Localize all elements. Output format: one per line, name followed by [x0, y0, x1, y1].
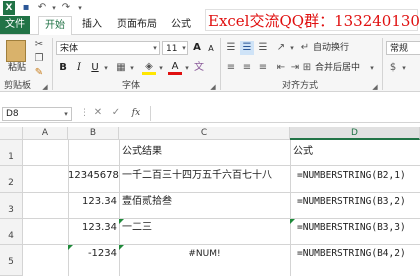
divider [52, 38, 53, 90]
accounting-format-icon[interactable]: $ [386, 61, 400, 75]
customize-toolbar-icon[interactable]: ▾ [76, 1, 84, 15]
undo-dropdown-icon[interactable]: ▾ [50, 1, 58, 15]
cell-d4[interactable]: =NUMBERSTRING(B3,3) [297, 222, 406, 234]
tab-file[interactable]: 文件 [0, 16, 30, 34]
fill-color-dropdown-icon[interactable]: ▾ [157, 61, 165, 75]
group-font-label: 字体 [122, 81, 141, 91]
row-header-1[interactable]: 1 [0, 140, 23, 166]
italic-button[interactable]: I [72, 61, 86, 75]
decrease-indent-icon[interactable]: ⇤ [274, 61, 288, 75]
cell-b4[interactable]: 123.34 [68, 222, 117, 234]
cancel-icon[interactable]: ✕ [92, 106, 104, 120]
row-header-2[interactable]: 2 [0, 166, 23, 193]
formula-bar-grip-icon: ⋮ [80, 108, 89, 118]
number-format-select[interactable]: 常规 [386, 41, 420, 55]
excel-logo-icon: X [3, 1, 15, 15]
gridline [290, 140, 291, 276]
borders-icon[interactable]: ▦ [114, 61, 128, 75]
accounting-dropdown-icon[interactable]: ▾ [400, 61, 408, 75]
tab-insert[interactable]: 插入 [78, 16, 106, 34]
cell-c2[interactable]: 一千二百三十四万五千六百七十八 [122, 170, 272, 182]
cell-d5[interactable]: =NUMBERSTRING(B4,2) [297, 248, 406, 260]
row-header-4[interactable]: 4 [0, 219, 23, 245]
enter-icon[interactable]: ✓ [110, 106, 122, 120]
borders-dropdown-icon[interactable]: ▾ [128, 61, 136, 75]
align-center-icon[interactable]: ≡ [240, 61, 254, 75]
gridline [23, 192, 420, 193]
increase-font-icon[interactable]: A [190, 41, 204, 55]
cell-b3[interactable]: 123.34 [68, 196, 117, 208]
merge-center-button[interactable]: 合并后居中 [315, 62, 360, 74]
insert-function-icon[interactable]: fx [128, 106, 144, 120]
font-name-dropdown-icon[interactable]: ▾ [150, 41, 160, 55]
align-right-icon[interactable]: ≡ [256, 61, 270, 75]
column-header-b[interactable]: B [68, 127, 119, 140]
divider [220, 38, 221, 90]
underline-dropdown-icon[interactable]: ▾ [102, 61, 110, 75]
fill-color-icon[interactable]: ◈ [142, 61, 156, 75]
merge-dropdown-icon[interactable]: ▾ [368, 61, 376, 75]
cell-b2[interactable]: 12345678 [68, 170, 119, 182]
copy-icon[interactable]: ❐ [32, 52, 46, 66]
cut-icon[interactable]: ✂ [32, 38, 46, 52]
wrap-text-button[interactable]: 自动换行 [313, 42, 349, 54]
cell-d2[interactable]: =NUMBERSTRING(B2,1) [297, 170, 406, 182]
cell-c4[interactable]: 一二三 [122, 222, 152, 234]
error-indicator-icon [290, 219, 295, 224]
divider [382, 38, 383, 90]
column-header-d[interactable]: D [290, 127, 420, 140]
phonetic-icon[interactable]: 文 [192, 61, 206, 75]
orientation-icon[interactable]: ↗ [274, 41, 288, 55]
align-middle-icon[interactable]: ☰ [240, 41, 254, 55]
gridline [23, 244, 420, 245]
tab-page-layout[interactable]: 页面布局 [112, 16, 162, 34]
column-header-c[interactable]: C [119, 127, 290, 140]
wrap-text-icon[interactable]: ↵ [298, 41, 312, 55]
cell-b5[interactable]: -1234 [68, 248, 117, 260]
font-color-icon[interactable]: A [168, 61, 182, 75]
redo-icon[interactable]: ↷ [60, 1, 72, 15]
row-header-5[interactable]: 5 [0, 245, 23, 276]
merge-center-icon[interactable]: ⊞ [300, 61, 314, 75]
paste-button-label[interactable]: 粘贴 [4, 62, 30, 74]
gridline [23, 165, 420, 166]
align-bottom-icon[interactable]: ☰ [256, 41, 270, 55]
orientation-dropdown-icon[interactable]: ▾ [288, 41, 296, 55]
row-header-3[interactable]: 3 [0, 193, 23, 219]
gridline [23, 218, 420, 219]
align-left-icon[interactable]: ≡ [224, 61, 238, 75]
cell-d3[interactable]: =NUMBERSTRING(B3,2) [297, 196, 406, 208]
cell-c1[interactable]: 公式结果 [122, 146, 162, 158]
font-color-dropdown-icon[interactable]: ▾ [183, 61, 191, 75]
cell-c5[interactable]: #NUM! [119, 248, 290, 260]
font-launcher-icon[interactable]: ◢ [208, 80, 218, 94]
format-painter-icon[interactable]: ✎ [32, 66, 46, 80]
alignment-launcher-icon[interactable]: ◢ [370, 80, 380, 94]
undo-icon[interactable]: ↶ [36, 1, 48, 15]
tab-home[interactable]: 开始 [38, 16, 72, 36]
font-size-dropdown-icon[interactable]: ▾ [180, 41, 188, 55]
group-clipboard-label: 剪贴板 [4, 81, 32, 91]
paste-icon[interactable] [6, 40, 26, 62]
group-alignment-label: 对齐方式 [282, 81, 319, 91]
align-top-icon[interactable]: ☰ [224, 41, 238, 55]
column-header-a[interactable]: A [23, 127, 68, 140]
formula-input[interactable] [150, 106, 420, 121]
save-icon[interactable]: ▪ [20, 1, 32, 15]
qq-group-banner: Excel交流QQ群：133240130 [205, 9, 420, 31]
cell-c3[interactable]: 壹佰贰拾叁 [122, 196, 172, 208]
decrease-font-icon[interactable]: A [204, 42, 218, 56]
name-box-dropdown-icon[interactable]: ▾ [62, 108, 70, 120]
underline-button[interactable]: U [88, 61, 102, 75]
font-name-select[interactable]: 宋体 [56, 41, 160, 55]
cell-d1[interactable]: 公式 [293, 146, 313, 158]
select-all-corner[interactable] [0, 127, 23, 140]
tab-formulas[interactable]: 公式 [166, 16, 196, 34]
clipboard-launcher-icon[interactable]: ◢ [40, 80, 50, 94]
bold-button[interactable]: B [56, 61, 70, 75]
